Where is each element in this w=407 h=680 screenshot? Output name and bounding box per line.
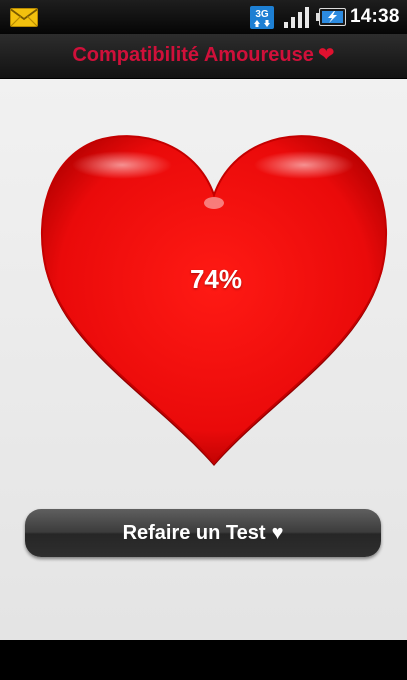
app-title: Compatibilité Amoureuse: [72, 44, 314, 66]
retest-button-label: Refaire un Test: [122, 521, 266, 544]
retest-button[interactable]: Refaire un Test ♥: [25, 509, 381, 557]
clock: 14:38: [350, 6, 400, 27]
title-heart-icon: ❤: [317, 44, 335, 66]
title-bar: Compatibilité Amoureuse ❤: [0, 34, 407, 79]
main-content: 74% Refaire un Test ♥: [0, 79, 407, 640]
compatibility-percentage: 74%: [189, 264, 243, 294]
status-bar: 3G 14:38: [0, 0, 407, 34]
bottom-bar: [0, 640, 407, 680]
heart-icon: ♥: [271, 521, 284, 544]
heart-image: [40, 135, 388, 466]
network-label: 3G: [255, 9, 269, 20]
mail-icon[interactable]: [10, 8, 38, 27]
signal-icon: [284, 7, 309, 28]
network-3g-icon: 3G: [250, 6, 274, 29]
battery-charging-icon: [316, 8, 346, 26]
